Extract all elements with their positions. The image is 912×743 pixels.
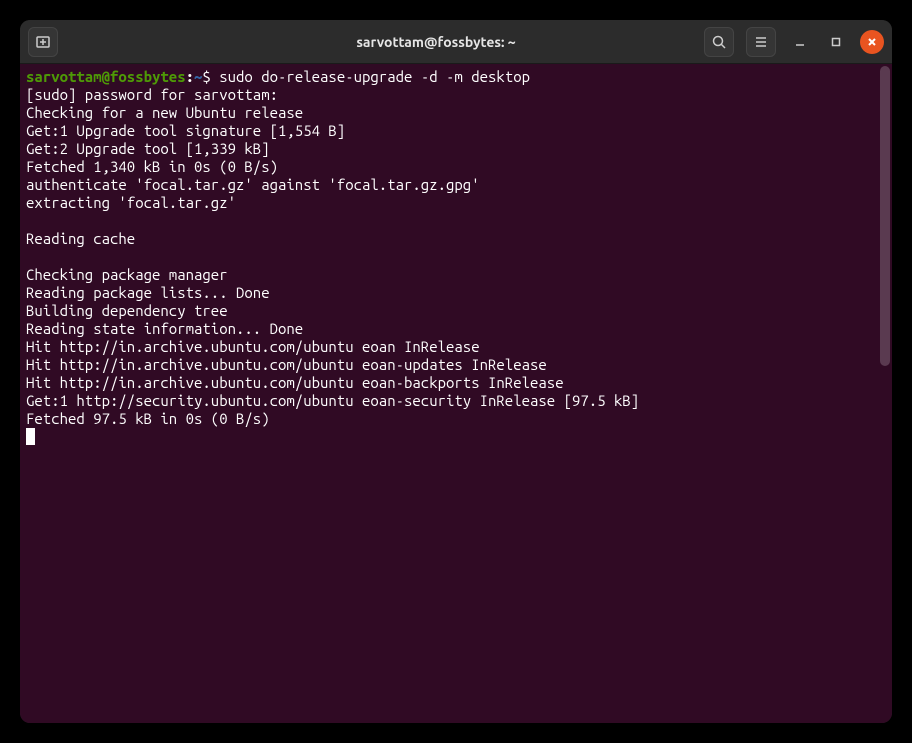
prompt-colon: : <box>186 68 194 85</box>
search-icon <box>711 34 727 50</box>
terminal-cursor <box>26 428 35 445</box>
menu-button[interactable] <box>746 27 776 57</box>
titlebar: sarvottam@fossbytes: ~ <box>20 20 892 64</box>
command-text: sudo do-release-upgrade -d -m desktop <box>219 68 530 85</box>
minimize-icon <box>794 36 806 48</box>
search-button[interactable] <box>704 27 734 57</box>
window-title: sarvottam@fossbytes: ~ <box>188 34 684 50</box>
maximize-icon <box>830 36 842 48</box>
maximize-button[interactable] <box>824 30 848 54</box>
terminal-output: [sudo] password for sarvottam: Checking … <box>26 86 639 427</box>
close-button[interactable] <box>860 30 884 54</box>
prompt-dollar: $ <box>202 68 219 85</box>
close-icon <box>866 36 878 48</box>
terminal-content: sarvottam@fossbytes:~$ sudo do-release-u… <box>24 68 888 446</box>
new-tab-icon <box>35 34 51 50</box>
new-tab-button[interactable] <box>28 27 58 57</box>
scrollbar-thumb[interactable] <box>880 66 890 366</box>
terminal-window: sarvottam@fossbytes: ~ <box>20 20 892 723</box>
terminal-body[interactable]: sarvottam@fossbytes:~$ sudo do-release-u… <box>20 64 892 723</box>
minimize-button[interactable] <box>788 30 812 54</box>
hamburger-icon <box>753 34 769 50</box>
prompt-user-host: sarvottam@fossbytes <box>26 68 186 85</box>
